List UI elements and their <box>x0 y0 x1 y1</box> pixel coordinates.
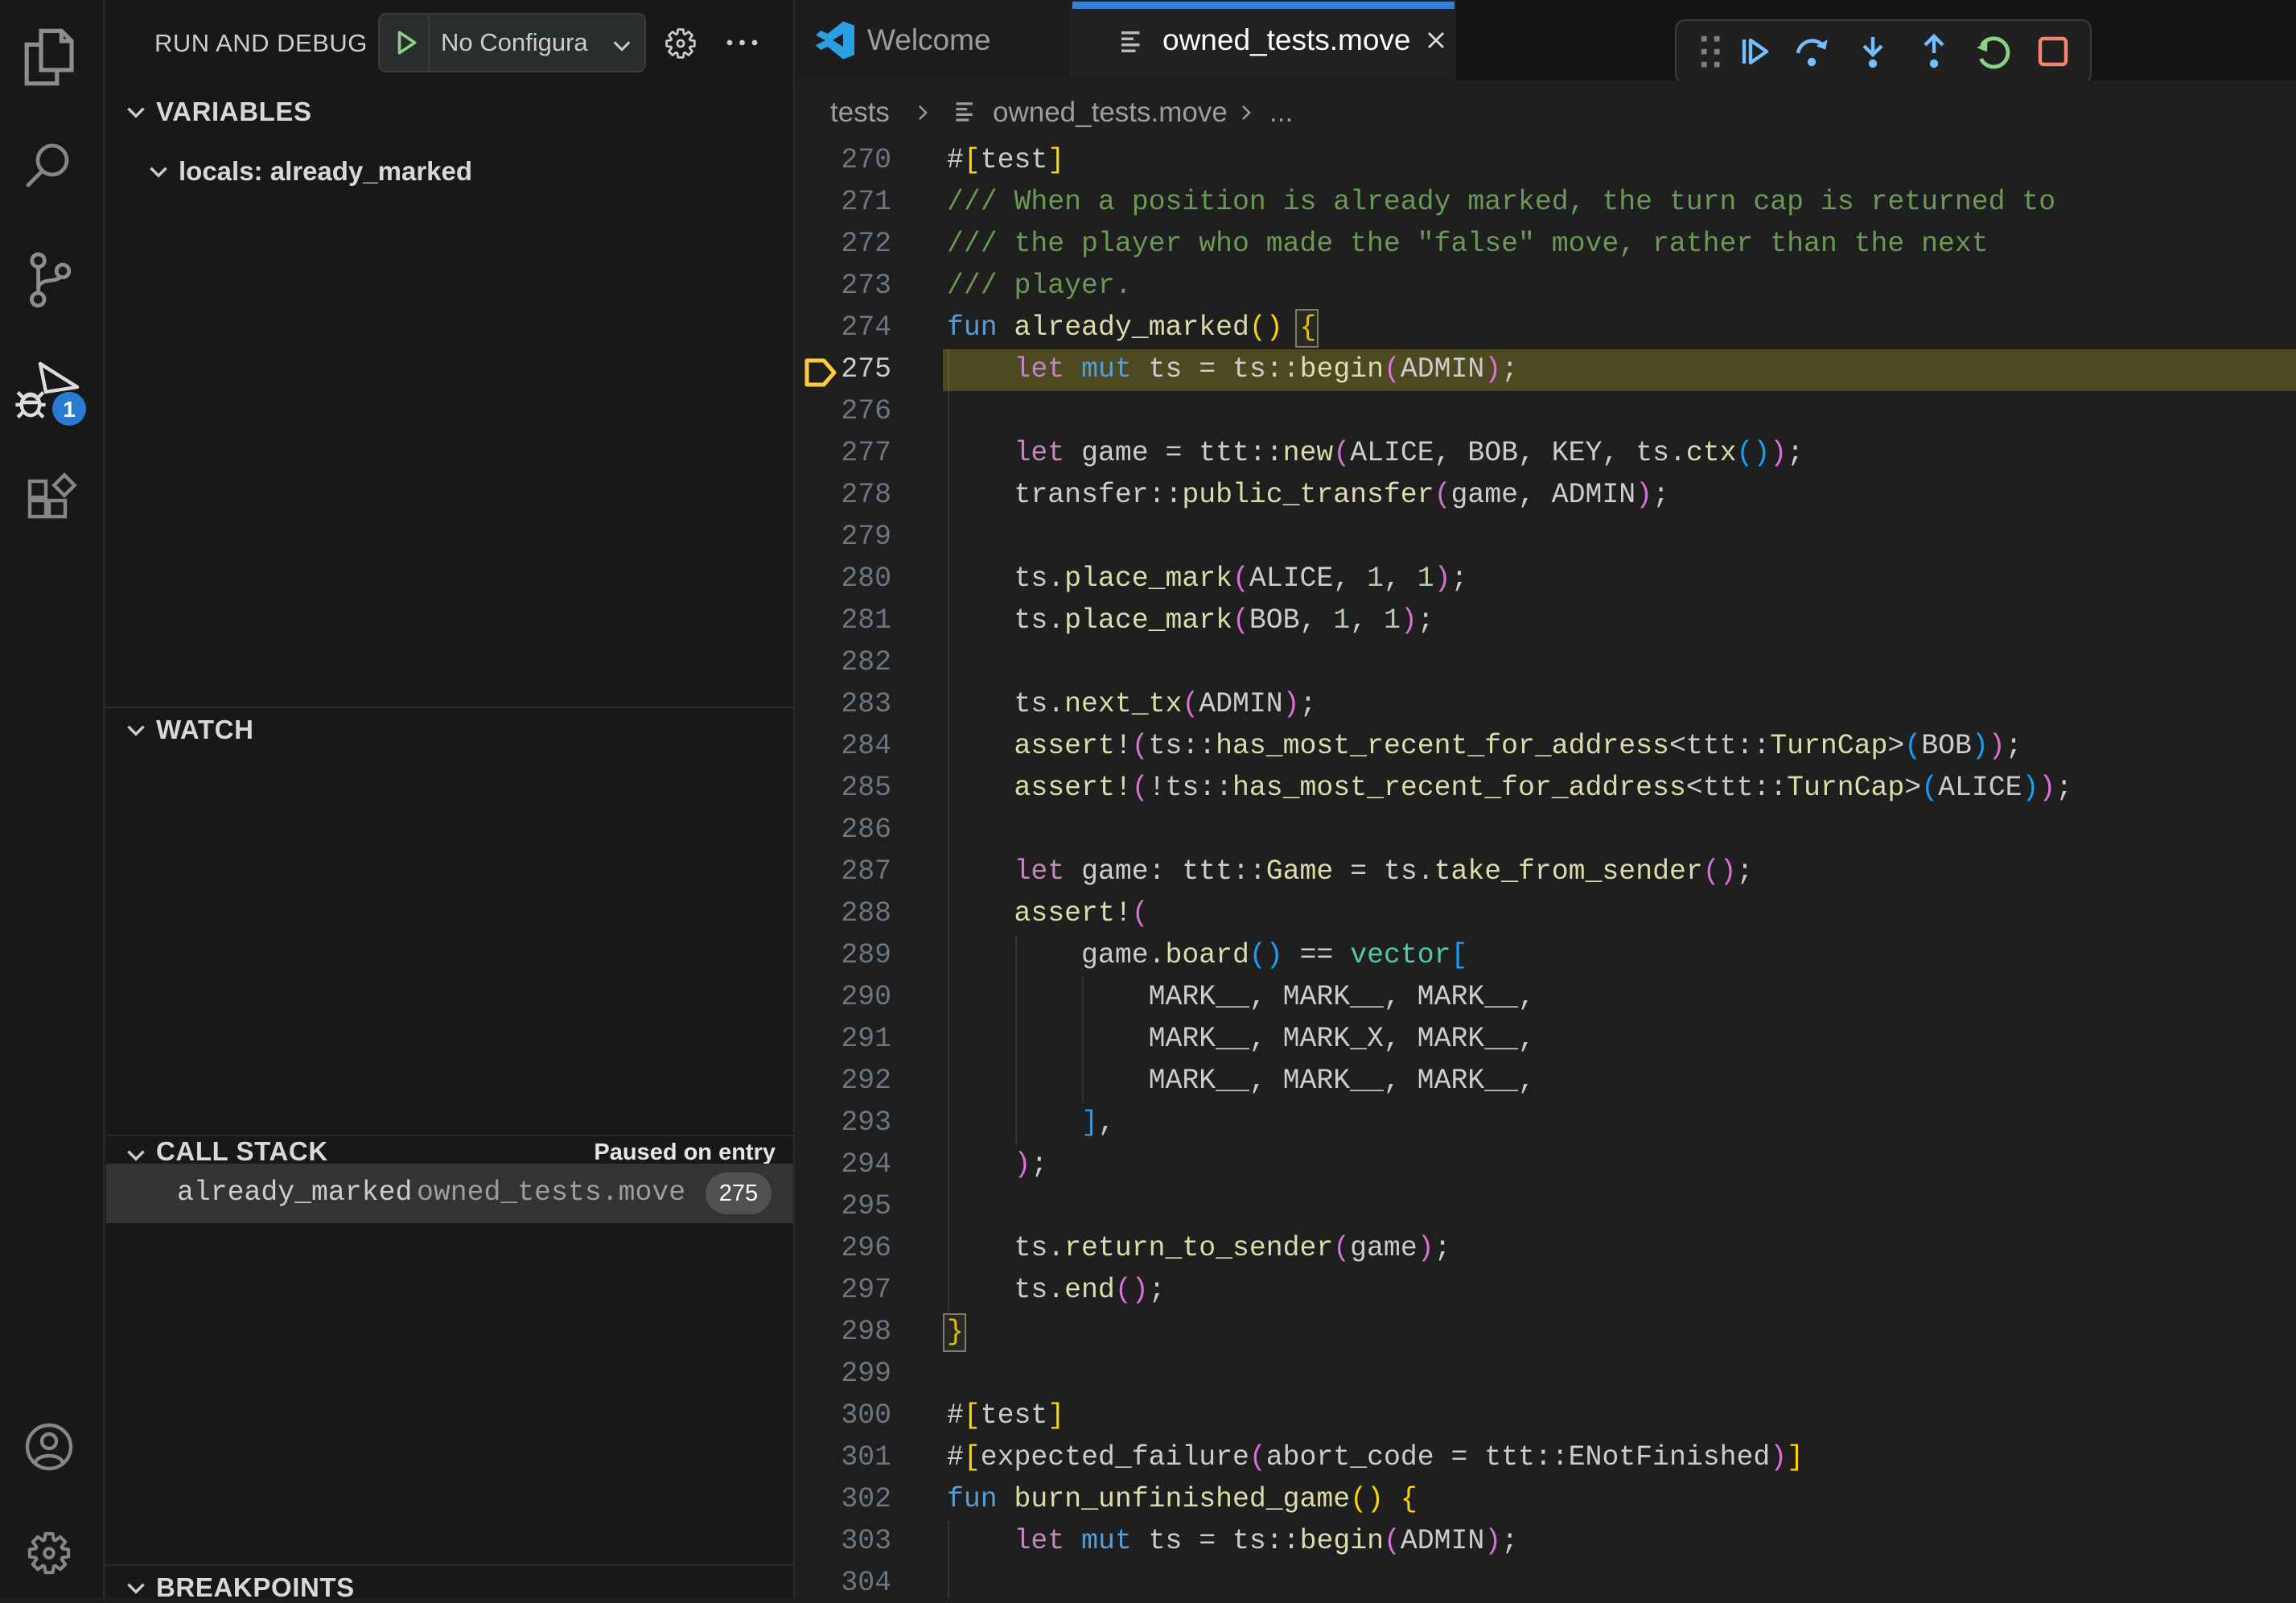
svg-text:1: 1 <box>63 397 76 422</box>
